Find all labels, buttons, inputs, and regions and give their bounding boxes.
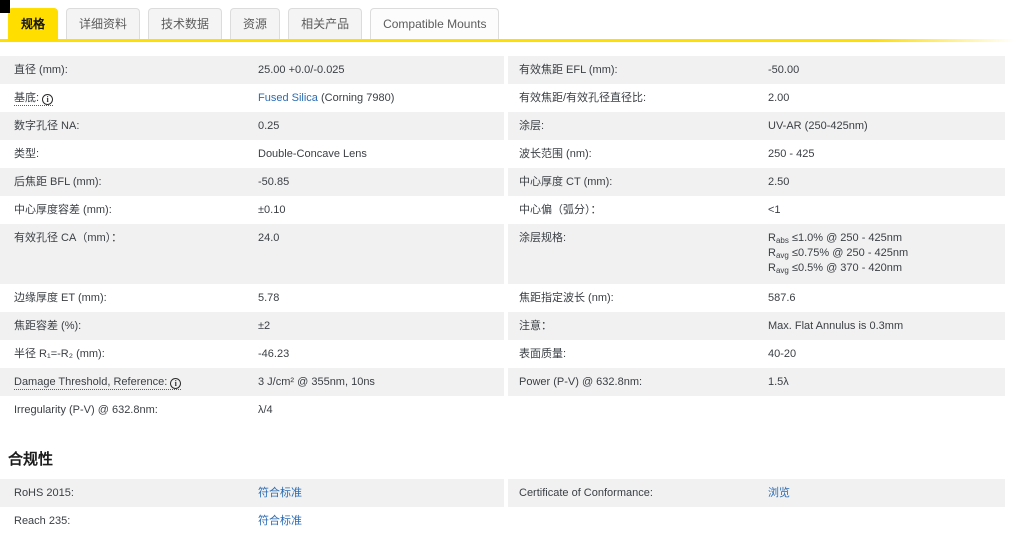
spec-value: 250 - 425: [768, 148, 815, 160]
damage-threshold-label-tooltip[interactable]: Damage Threshold, Reference: i: [14, 376, 182, 390]
compliance-value: 符合标准: [258, 479, 504, 507]
spec-value: [768, 396, 1005, 424]
spec-row-radius: 半径 R₁=-R₂ (mm): -46.23 表面质量: 40-20: [0, 340, 1015, 368]
window-corner-artifact: [0, 0, 10, 13]
spec-value: ±2: [258, 320, 271, 332]
spec-value: 2.00: [768, 92, 790, 104]
tab-accent-underline: [0, 39, 1015, 42]
spec-row-focal-tolerance: 焦距容差 (%): ±2 注意： Max. Flat Annulus is 0.…: [0, 312, 1015, 340]
spec-row-type: 类型: Double-Concave Lens 波长范围 (nm): 250 -…: [0, 140, 1015, 168]
spec-value: ±0.10: [258, 204, 286, 216]
compliance-row-rohs: RoHS 2015: 符合标准 Certificate of Conforman…: [0, 479, 1015, 507]
spec-value: 25.00 +0.0/-0.025: [258, 64, 345, 76]
substrate-label-tooltip[interactable]: 基底: i: [14, 92, 54, 106]
compliance-value: 符合标准: [258, 507, 504, 535]
spec-label: 有效孔径 CA（mm）：: [14, 232, 123, 244]
compliance-heading: 合规性: [8, 451, 54, 468]
spec-value-coating-spec: Rabs ≤1.0% @ 250 - 425nm Ravg ≤0.75% @ 2…: [768, 224, 1005, 284]
spec-label: Power (P-V) @ 632.8nm:: [519, 376, 643, 388]
spec-row-substrate: 基底: i Fused Silica (Corning 7980) 有效焦距/有效…: [0, 84, 1015, 112]
spec-value: <1: [768, 204, 781, 216]
tab-bar: 规格 详细资料 技术数据 资源 相关产品 Compatible Mounts: [0, 0, 1015, 39]
spec-value: -46.23: [258, 348, 290, 360]
spec-label: 波长范围 (nm):: [519, 148, 592, 160]
spec-row-damage-threshold: Damage Threshold, Reference: i 3 J/cm² @ …: [0, 368, 1015, 396]
rohs-compliant-link[interactable]: 符合标准: [258, 487, 302, 499]
spec-value: Double-Concave Lens: [258, 148, 367, 160]
spec-row-diameter: 直径 (mm): 25.00 +0.0/-0.025 有效焦距 EFL (mm)…: [0, 56, 1015, 84]
spec-label: 有效焦距 EFL (mm):: [519, 64, 618, 76]
tab-compatible-mounts[interactable]: Compatible Mounts: [370, 8, 500, 39]
spec-value: 3 J/cm² @ 355nm, 10ns: [258, 376, 375, 388]
spec-label: 边缘厚度 ET (mm):: [14, 292, 107, 304]
spec-label: 焦距容差 (%):: [14, 320, 82, 332]
spec-value: λ/4: [258, 404, 273, 416]
compliance-table: RoHS 2015: 符合标准 Certificate of Conforman…: [0, 479, 1015, 535]
spec-row-clear-aperture: 有效孔径 CA（mm）： 24.0 涂层规格: Rabs ≤1.0% @ 250…: [0, 224, 1015, 284]
spec-value: Max. Flat Annulus is 0.3mm: [768, 320, 904, 332]
spec-row-numerical-aperture: 数字孔径 NA: 0.25 涂层: UV-AR (250-425nm): [0, 112, 1015, 140]
tab-technical-data[interactable]: 技术数据: [148, 8, 223, 39]
spec-value: 587.6: [768, 292, 796, 304]
compliance-label: Certificate of Conformance:: [519, 487, 653, 499]
spec-label: 类型:: [14, 148, 40, 160]
spec-label-text: 基底:: [14, 92, 40, 104]
spec-value: 24.0: [258, 232, 280, 244]
spec-label-text: Damage Threshold, Reference:: [14, 376, 168, 388]
coating-spec-line: Ravg ≤0.75% @ 250 - 425nm: [768, 247, 909, 260]
compliance-label: Reach 235:: [14, 515, 71, 527]
tab-related-products[interactable]: 相关产品: [288, 8, 363, 39]
spec-row-bfl: 后焦距 BFL (mm): -50.85 中心厚度 CT (mm): 2.50: [0, 168, 1015, 196]
spec-label: [508, 396, 768, 424]
compliance-label: RoHS 2015:: [14, 487, 74, 499]
spec-label: 中心厚度容差 (mm):: [14, 204, 112, 216]
spec-value: 0.25: [258, 120, 280, 132]
spec-label: 数字孔径 NA:: [14, 120, 80, 132]
spec-label: 中心偏（弧分）：: [519, 204, 602, 216]
spec-value: 2.50: [768, 176, 790, 188]
specifications-table: 直径 (mm): 25.00 +0.0/-0.025 有效焦距 EFL (mm)…: [0, 56, 1015, 424]
spec-value: UV-AR (250-425nm): [768, 120, 868, 132]
spec-label: 基底: i: [0, 84, 258, 112]
spec-row-edge-thickness: 边缘厚度 ET (mm): 5.78 焦距指定波长 (nm): 587.6: [0, 284, 1015, 312]
spec-value-text: (Corning 7980): [317, 92, 395, 104]
tab-details[interactable]: 详细资料: [66, 8, 141, 39]
spec-value: -50.00: [768, 64, 800, 76]
info-icon[interactable]: i: [42, 94, 54, 105]
compliance-row-reach: Reach 235: 符合标准: [0, 507, 1015, 535]
spec-label: 焦距指定波长 (nm):: [519, 292, 614, 304]
tab-resources[interactable]: 资源: [230, 8, 281, 39]
info-icon[interactable]: i: [170, 378, 182, 389]
compliance-value: [768, 507, 1005, 535]
spec-label: 涂层:: [519, 120, 545, 132]
coating-spec-line: Rabs ≤1.0% @ 250 - 425nm: [768, 232, 903, 245]
spec-label: 中心厚度 CT (mm):: [519, 176, 613, 188]
spec-value: 5.78: [258, 292, 280, 304]
spec-label: 后焦距 BFL (mm):: [14, 176, 102, 188]
spec-value: Fused Silica (Corning 7980): [258, 84, 504, 112]
fused-silica-link[interactable]: Fused Silica: [258, 92, 318, 104]
coating-spec-line: Ravg ≤0.5% @ 370 - 420nm: [768, 262, 903, 275]
spec-value: 40-20: [768, 348, 797, 360]
certificate-view-link[interactable]: 浏览: [768, 487, 790, 499]
spec-row-ct-tolerance: 中心厚度容差 (mm): ±0.10 中心偏（弧分）： <1: [0, 196, 1015, 224]
compliance-value: 浏览: [768, 479, 1005, 507]
spec-label: Irregularity (P-V) @ 632.8nm:: [14, 404, 158, 416]
tab-specifications[interactable]: 规格: [8, 8, 59, 39]
spec-label: Damage Threshold, Reference: i: [0, 368, 258, 396]
spec-label: 表面质量:: [519, 348, 567, 360]
spec-value: -50.85: [258, 176, 290, 188]
spec-label: 注意：: [519, 320, 552, 332]
spec-row-irregularity: Irregularity (P-V) @ 632.8nm: λ/4: [0, 396, 1015, 424]
spec-value: 1.5λ: [768, 376, 789, 388]
spec-label: 直径 (mm):: [14, 64, 68, 76]
reach-compliant-link[interactable]: 符合标准: [258, 515, 302, 527]
compliance-label: [508, 507, 768, 535]
spec-label: 有效焦距/有效孔径直径比:: [519, 92, 647, 104]
spec-label: 涂层规格:: [519, 232, 567, 244]
spec-label: 半径 R₁=-R₂ (mm):: [14, 348, 105, 360]
